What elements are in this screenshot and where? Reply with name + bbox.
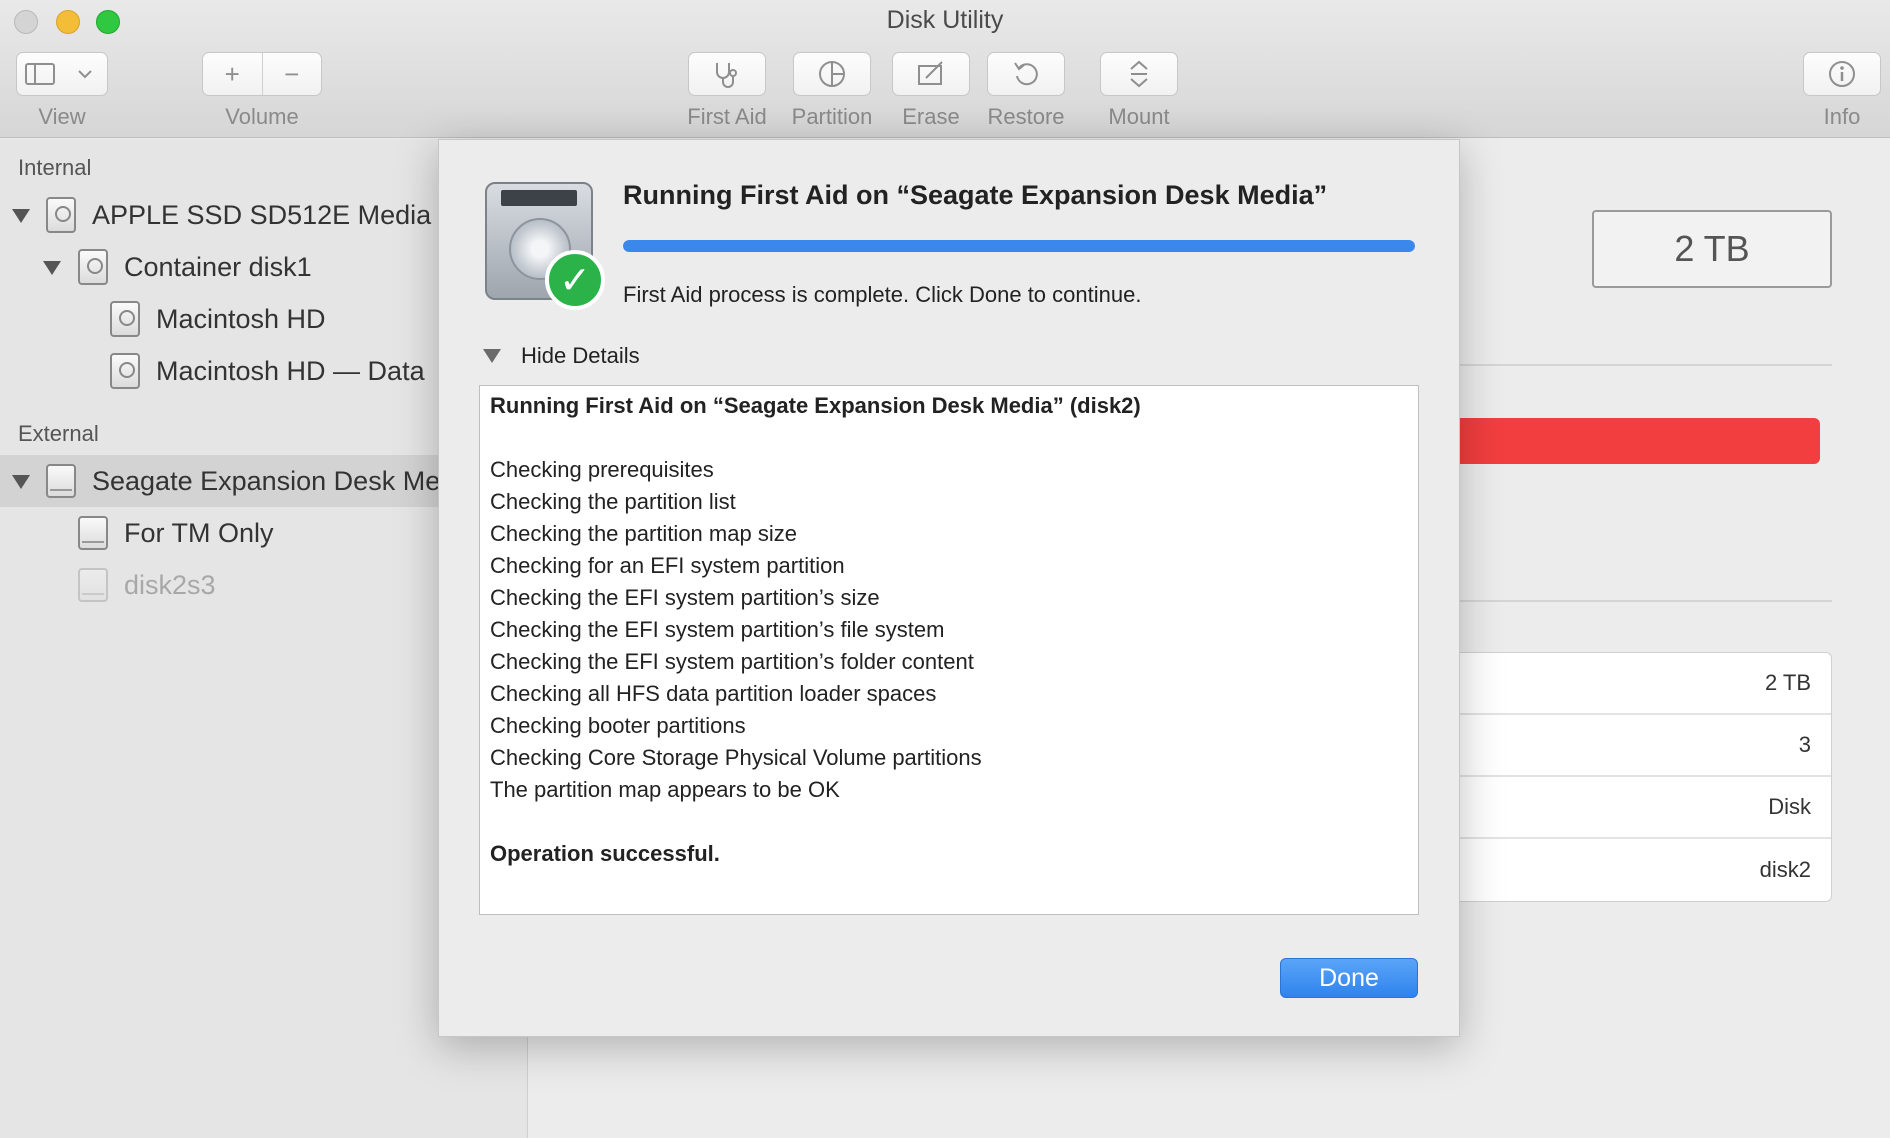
log-line: Checking the EFI system partition’s file… bbox=[490, 617, 945, 642]
sidebar-item-label: Seagate Expansion Desk Media bbox=[92, 466, 477, 496]
log-line: Checking the EFI system partition’s fold… bbox=[490, 649, 974, 674]
view-menu-segment[interactable] bbox=[62, 53, 107, 95]
log-line: Checking for an EFI system partition bbox=[490, 553, 845, 578]
external-drive-icon bbox=[46, 464, 76, 498]
volume-icon bbox=[110, 353, 140, 389]
mount-icon bbox=[1130, 60, 1148, 88]
sidebar-icon bbox=[24, 63, 55, 85]
mount-label: Mount bbox=[1108, 104, 1170, 129]
info-icon bbox=[1829, 61, 1855, 87]
info-value: disk2 bbox=[1759, 857, 1811, 882]
details-log[interactable]: Running First Aid on “Seagate Expansion … bbox=[479, 385, 1419, 915]
log-line: Checking booter partitions bbox=[490, 713, 746, 738]
log-line: Checking the EFI system partition’s size bbox=[490, 585, 880, 610]
first-aid-button[interactable] bbox=[688, 52, 766, 96]
log-result: Operation successful. bbox=[490, 841, 720, 866]
container-icon bbox=[78, 249, 108, 285]
stethoscope-icon bbox=[716, 63, 737, 88]
external-volume-icon bbox=[78, 516, 108, 550]
restore-button[interactable] bbox=[987, 52, 1065, 96]
restore-arrow-icon bbox=[1014, 62, 1038, 86]
log-line: Checking the partition list bbox=[490, 489, 736, 514]
sidebar-section-external: External bbox=[18, 421, 99, 446]
sidebar-section-internal: Internal bbox=[18, 155, 92, 180]
minus-icon: − bbox=[284, 59, 300, 89]
done-button[interactable]: Done bbox=[1280, 958, 1418, 998]
plus-icon: + bbox=[224, 59, 240, 89]
first-aid-sheet: ✓ Running First Aid on “Seagate Expansio… bbox=[438, 139, 1460, 1037]
sidebar-item-label: For TM Only bbox=[124, 518, 274, 548]
hide-details-toggle[interactable]: Hide Details bbox=[483, 340, 640, 372]
add-volume-button[interactable]: + bbox=[203, 53, 262, 95]
unmounted-volume-icon bbox=[78, 568, 108, 602]
progress-fill bbox=[623, 240, 1415, 252]
erase-label: Erase bbox=[902, 104, 960, 129]
sidebar-item-label: APPLE SSD SD512E Media bbox=[92, 200, 432, 230]
log-line: Checking prerequisites bbox=[490, 457, 714, 482]
sidebar-item-label: Container disk1 bbox=[124, 252, 312, 282]
log-line: Checking all HFS data partition loader s… bbox=[490, 681, 937, 706]
sidebar-toggle-segment[interactable] bbox=[17, 53, 62, 95]
info-table: 2 TB 3 Disk disk2 bbox=[1440, 652, 1832, 902]
details-toggle-label: Hide Details bbox=[521, 343, 640, 368]
remove-volume-button[interactable]: − bbox=[263, 53, 322, 95]
info-value: 2 TB bbox=[1441, 653, 1831, 715]
window-toolbar: Disk Utility View + − Volume First Aid P… bbox=[0, 0, 1890, 138]
volume-button-group: + − bbox=[202, 52, 322, 96]
restore-label: Restore bbox=[987, 104, 1065, 129]
log-line: Checking the partition map size bbox=[490, 521, 797, 546]
log-line: The partition map appears to be OK bbox=[490, 777, 840, 802]
sidebar-item-label: Macintosh HD — Data bbox=[156, 356, 425, 386]
partition-pie-icon bbox=[819, 61, 845, 87]
info-value: Disk bbox=[1441, 777, 1831, 839]
info-label: Info bbox=[1823, 104, 1861, 129]
log-spacer bbox=[490, 806, 1408, 838]
partition-button[interactable] bbox=[793, 52, 871, 96]
partition-label: Partition bbox=[791, 104, 873, 129]
chevron-down-icon bbox=[77, 70, 92, 79]
mount-button[interactable] bbox=[1100, 52, 1178, 96]
progress-bar bbox=[623, 240, 1415, 252]
checkmark-success-icon: ✓ bbox=[545, 250, 605, 310]
window-title: Disk Utility bbox=[886, 6, 1004, 34]
first-aid-label: First Aid bbox=[687, 104, 767, 129]
info-button[interactable] bbox=[1803, 52, 1881, 96]
divider bbox=[1440, 364, 1832, 366]
disclosure-triangle-icon[interactable] bbox=[43, 261, 61, 275]
view-label: View bbox=[38, 104, 86, 129]
view-button[interactable] bbox=[16, 52, 108, 96]
erase-button[interactable] bbox=[892, 52, 970, 96]
disclosure-triangle-icon[interactable] bbox=[12, 475, 30, 489]
disclosure-triangle-icon[interactable] bbox=[12, 209, 30, 223]
log-lines: Checking prerequisites Checking the parti… bbox=[490, 454, 1408, 806]
disclosure-triangle-icon bbox=[483, 349, 501, 363]
drive-label-strip bbox=[501, 190, 577, 206]
divider bbox=[1440, 600, 1832, 602]
volume-icon bbox=[110, 301, 140, 337]
capacity-display: 2 TB bbox=[1592, 210, 1832, 288]
log-spacer bbox=[490, 422, 1408, 454]
status-message: First Aid process is complete. Click Don… bbox=[623, 282, 1142, 307]
usage-bar bbox=[1440, 418, 1820, 464]
volume-label: Volume bbox=[225, 104, 299, 129]
log-line: Checking Core Storage Physical Volume pa… bbox=[490, 745, 982, 770]
info-value: 3 bbox=[1441, 715, 1831, 777]
sidebar-item-label: Macintosh HD bbox=[156, 304, 326, 334]
sidebar-item-label: disk2s3 bbox=[124, 570, 216, 600]
erase-pencil-icon bbox=[918, 61, 943, 85]
log-header: Running First Aid on “Seagate Expansion … bbox=[490, 393, 1141, 418]
internal-drive-icon bbox=[46, 197, 76, 233]
sheet-title: Running First Aid on “Seagate Expansion … bbox=[623, 180, 1328, 210]
